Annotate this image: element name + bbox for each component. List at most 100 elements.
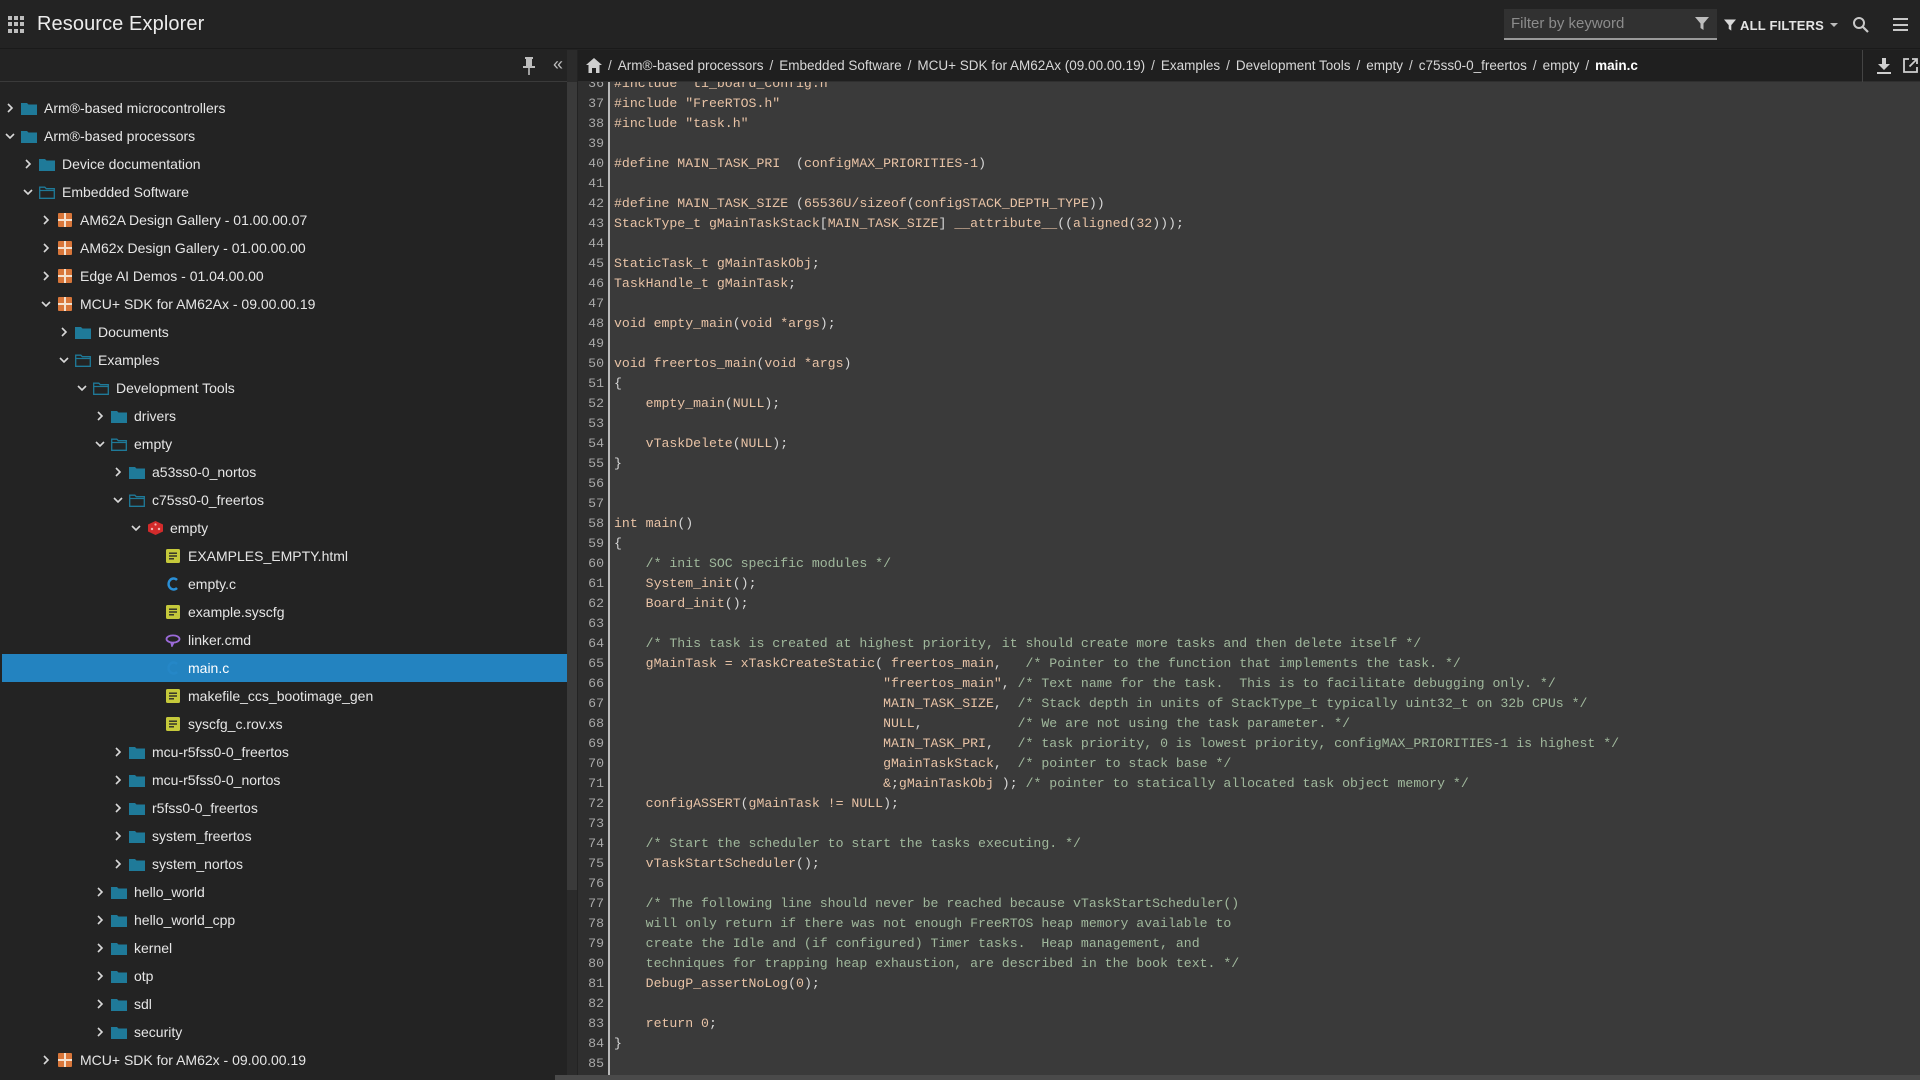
collapse-panel-icon[interactable]: « — [553, 54, 563, 74]
tree-item[interactable]: AM62A Design Gallery - 01.00.00.07 — [0, 206, 567, 234]
chevron-down-icon[interactable] — [111, 493, 125, 507]
tree-item[interactable]: Device documentation — [0, 150, 567, 178]
tree-item[interactable]: MCU+ SDK for AM62x - 09.00.00.19 — [0, 1046, 567, 1074]
breadcrumb-link[interactable]: empty — [1543, 58, 1580, 73]
chevron-right-icon[interactable] — [111, 829, 125, 843]
home-icon[interactable] — [586, 58, 602, 73]
line-number: 74 — [588, 836, 604, 851]
tree-item[interactable]: empty — [0, 514, 567, 542]
breadcrumb-link[interactable]: empty — [1366, 58, 1403, 73]
chevron-right-icon[interactable] — [93, 885, 107, 899]
code-text: StaticTask_t gMainTaskObj; — [614, 256, 820, 271]
chevron-right-icon[interactable] — [93, 969, 107, 983]
tree-item[interactable]: Examples — [0, 346, 567, 374]
folder-icon — [129, 465, 145, 479]
chevron-right-icon[interactable] — [111, 857, 125, 871]
tree-item[interactable]: Edge AI Demos - 01.04.00.00 — [0, 262, 567, 290]
tree-item[interactable]: MCU+ SDK for AM62Ax - 09.00.00.19 — [0, 290, 567, 318]
tree-item[interactable]: drivers — [0, 402, 567, 430]
apps-grid-icon[interactable] — [8, 16, 25, 33]
tree-item[interactable]: mcu-r5fss0-0_freertos — [0, 738, 567, 766]
code-text: #include "task.h" — [614, 116, 749, 131]
tree-item[interactable]: kernel — [0, 934, 567, 962]
chevron-right-icon[interactable] — [93, 941, 107, 955]
tree-item[interactable]: example.syscfg — [0, 598, 567, 626]
code-line: 57 — [578, 494, 1920, 514]
folder-open-icon — [75, 353, 91, 367]
chevron-down-icon[interactable] — [3, 129, 17, 143]
breadcrumb-link[interactable]: Development Tools — [1236, 58, 1351, 73]
tree-item[interactable]: empty — [0, 430, 567, 458]
tree-item-label: Arm®-based microcontrollers — [44, 100, 226, 116]
tree-item[interactable]: Arm®-based processors — [0, 122, 567, 150]
tree-item[interactable]: Development Tools — [0, 374, 567, 402]
tree-item[interactable]: system_nortos — [0, 850, 567, 878]
chevron-right-icon[interactable] — [39, 269, 53, 283]
chevron-right-icon[interactable] — [111, 773, 125, 787]
tree-item[interactable]: main.c — [2, 654, 567, 682]
breadcrumb-link[interactable]: Embedded Software — [779, 58, 901, 73]
pin-icon[interactable] — [522, 57, 536, 75]
tree-item[interactable]: makefile_ccs_bootimage_gen — [0, 682, 567, 710]
tree-item[interactable]: a53ss0-0_nortos — [0, 458, 567, 486]
breadcrumb-link[interactable]: c75ss0-0_freertos — [1419, 58, 1527, 73]
filter-funnel-icon[interactable] — [1695, 17, 1709, 31]
download-icon[interactable] — [1877, 58, 1891, 74]
tree-item[interactable]: EXAMPLES_EMPTY.html — [0, 542, 567, 570]
chevron-right-icon[interactable] — [57, 325, 71, 339]
filter-funnel-icon — [1724, 19, 1736, 31]
tree-item[interactable]: sdl — [0, 990, 567, 1018]
search-icon[interactable] — [1852, 16, 1870, 34]
filter-keyword-input[interactable] — [1504, 9, 1684, 38]
tree-item[interactable]: AM62x Design Gallery - 01.00.00.00 — [0, 234, 567, 262]
tree-item[interactable]: c75ss0-0_freertos — [0, 486, 567, 514]
tree-item[interactable]: otp — [0, 962, 567, 990]
line-number: 65 — [588, 656, 604, 671]
code-text: techniques for trapping heap exhaustion,… — [614, 956, 1240, 971]
tree-item[interactable]: Arm®-based microcontrollers — [0, 94, 567, 122]
sidebar-scrollbar-thumb[interactable] — [567, 82, 577, 890]
code-text: MAIN_TASK_SIZE, /* Stack depth in units … — [614, 696, 1588, 711]
chevron-down-icon[interactable] — [21, 185, 35, 199]
tree-item[interactable]: security — [0, 1018, 567, 1046]
chevron-right-icon[interactable] — [93, 913, 107, 927]
chevron-right-icon[interactable] — [111, 465, 125, 479]
breadcrumb-link[interactable]: Examples — [1161, 58, 1220, 73]
chevron-right-icon[interactable] — [93, 997, 107, 1011]
tree-item[interactable]: mcu-r5fss0-0_nortos — [0, 766, 567, 794]
chevron-right-icon[interactable] — [21, 157, 35, 171]
tree-item[interactable]: Embedded Software — [0, 178, 567, 206]
chevron-down-icon[interactable] — [39, 297, 53, 311]
chevron-down-icon[interactable] — [57, 353, 71, 367]
code-viewer[interactable]: 36 #include "ti_board_config.h" 37 #include… — [578, 82, 1920, 1080]
filter-keyword-field[interactable] — [1504, 9, 1717, 40]
breadcrumb-link[interactable]: MCU+ SDK for AM62Ax (09.00.00.19) — [917, 58, 1145, 73]
chevron-right-icon[interactable] — [93, 409, 107, 423]
tree-item[interactable]: hello_world_cpp — [0, 906, 567, 934]
tree-item[interactable]: syscfg_c.rov.xs — [0, 710, 567, 738]
chevron-down-icon[interactable] — [93, 437, 107, 451]
chevron-right-icon[interactable] — [3, 101, 17, 115]
tree-item[interactable]: empty.c — [0, 570, 567, 598]
chevron-down-icon[interactable] — [75, 381, 89, 395]
chevron-right-icon[interactable] — [111, 801, 125, 815]
package-icon — [57, 269, 73, 283]
tree-item[interactable]: r5fss0-0_freertos — [0, 794, 567, 822]
chevron-right-icon[interactable] — [111, 745, 125, 759]
hamburger-menu-icon[interactable] — [1893, 18, 1908, 31]
chevron-right-icon[interactable] — [39, 1053, 53, 1067]
chevron-down-icon — [1830, 23, 1839, 27]
all-filters-button[interactable]: ALL FILTERS — [1724, 15, 1839, 35]
chevron-right-icon[interactable] — [39, 213, 53, 227]
chevron-right-icon[interactable] — [93, 1025, 107, 1039]
tree-item[interactable]: system_freertos — [0, 822, 567, 850]
chevron-down-icon[interactable] — [129, 521, 143, 535]
tree-item[interactable]: hello_world — [0, 878, 567, 906]
horizontal-scrollbar[interactable] — [555, 1075, 1920, 1080]
tree-item[interactable]: Documents — [0, 318, 567, 346]
breadcrumb-link[interactable]: Arm®-based processors — [618, 58, 764, 73]
tree-item-label: linker.cmd — [188, 632, 252, 648]
open-external-icon[interactable] — [1903, 58, 1918, 73]
tree-item[interactable]: linker.cmd — [0, 626, 567, 654]
chevron-right-icon[interactable] — [39, 241, 53, 255]
